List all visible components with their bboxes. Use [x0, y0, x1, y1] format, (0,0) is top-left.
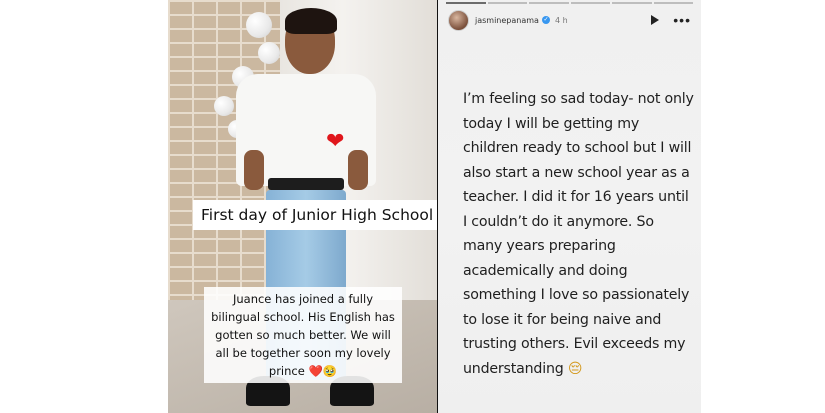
story-header: jasminepanama ✓ 4 h •••: [448, 9, 691, 31]
left-story-photo: ❤ First day of Junior High School Juance…: [168, 0, 437, 413]
progress-segment: [529, 2, 569, 4]
boy-hair: [285, 8, 337, 34]
story-text-body: I’m feeling so sad today- not only today…: [463, 87, 695, 381]
play-icon[interactable]: [651, 15, 660, 25]
balloon: [246, 12, 272, 38]
story-composite-frame: ❤ First day of Junior High School Juance…: [168, 0, 701, 413]
balloon: [258, 42, 280, 64]
progress-segment: [446, 2, 486, 4]
boy-left-arm: [244, 150, 264, 190]
more-options-icon[interactable]: •••: [673, 13, 691, 27]
progress-segment: [570, 2, 610, 4]
post-timestamp: 4 h: [554, 15, 568, 25]
heart-sticker-icon: ❤: [326, 128, 345, 153]
story-progress-bars: [446, 2, 693, 5]
progress-segment: [653, 2, 693, 4]
caption-body: Juance has joined a fully bilingual scho…: [204, 287, 402, 383]
story-text: I’m feeling so sad today- not only today…: [463, 91, 694, 377]
caption-title: First day of Junior High School: [193, 200, 437, 230]
progress-segment: [612, 2, 652, 4]
boy-right-arm: [348, 150, 368, 190]
pensive-face-emoji: 😔: [567, 360, 583, 377]
verified-badge-icon: ✓: [541, 16, 550, 24]
boy-belt: [268, 178, 344, 190]
balloon: [214, 96, 234, 116]
username[interactable]: jasminepanama: [475, 16, 539, 25]
avatar[interactable]: [448, 9, 469, 31]
right-story-panel: jasminepanama ✓ 4 h ••• I’m feeling so s…: [438, 0, 701, 413]
progress-segment: [487, 2, 527, 4]
